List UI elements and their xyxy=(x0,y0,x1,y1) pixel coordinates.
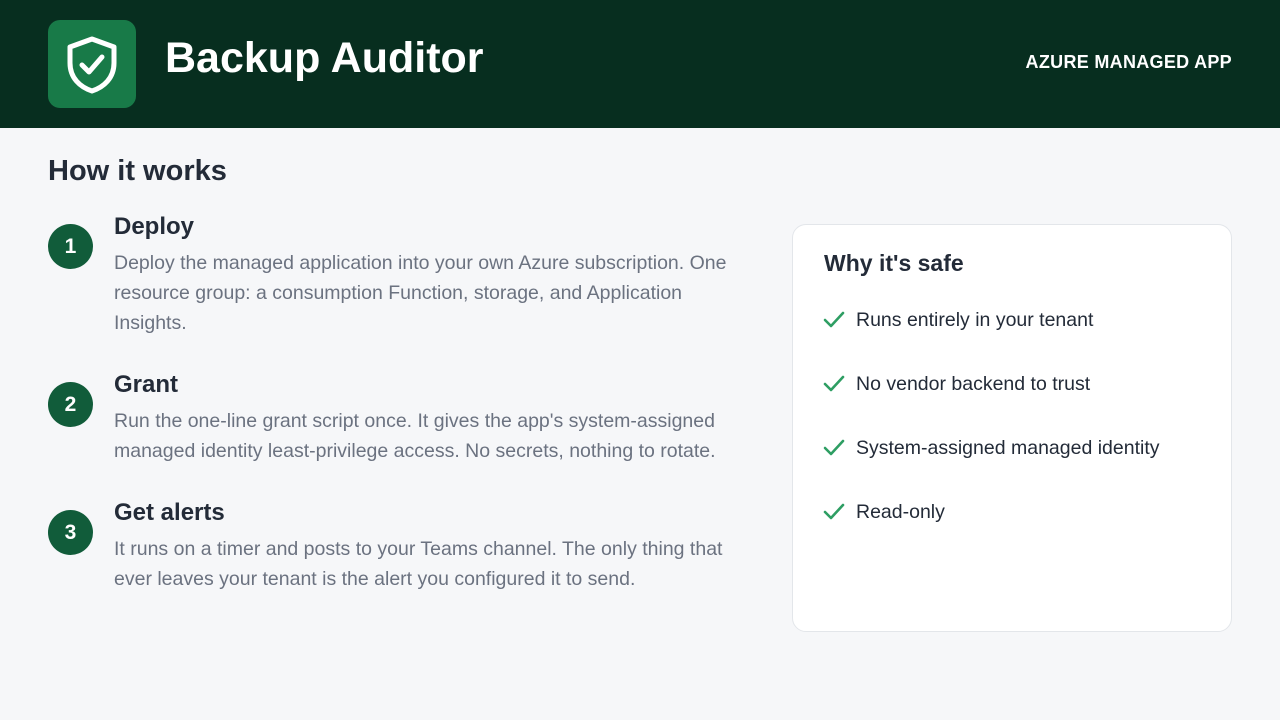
check-icon xyxy=(823,439,845,456)
app-title: Backup Auditor xyxy=(165,34,484,82)
why-safe-card: Why it's safe Runs entirely in your tena… xyxy=(792,224,1232,632)
step-description: Run the one-line grant script once. It g… xyxy=(114,410,716,462)
check-icon xyxy=(823,375,845,392)
safety-item: System-assigned managed identity xyxy=(823,433,1213,463)
step-description: Deploy the managed application into your… xyxy=(114,252,727,334)
check-icon xyxy=(823,503,845,520)
managed-app-badge: AZURE MANAGED APP xyxy=(1025,52,1232,72)
safety-item-label: System-assigned managed identity xyxy=(856,437,1160,459)
safety-item-label: Read-only xyxy=(856,501,945,523)
step-title: Grant xyxy=(114,371,179,398)
step-title: Deploy xyxy=(114,213,195,240)
safety-item-label: No vendor backend to trust xyxy=(856,373,1091,395)
app-header: Backup Auditor AZURE MANAGED APP xyxy=(0,0,1280,128)
app-logo xyxy=(48,20,136,108)
section-title: How it works xyxy=(48,155,227,187)
step-number-badge: 2 xyxy=(48,382,93,427)
safety-item: Read-only xyxy=(823,497,1213,527)
step-number-badge: 3 xyxy=(48,510,93,555)
check-icon xyxy=(823,311,845,328)
step-number-badge: 1 xyxy=(48,224,93,269)
safety-item: Runs entirely in your tenant xyxy=(823,305,1213,335)
step-title: Get alerts xyxy=(114,499,225,526)
step-description: It runs on a timer and posts to your Tea… xyxy=(114,538,723,590)
card-title: Why it's safe xyxy=(824,250,964,276)
safety-item: No vendor backend to trust xyxy=(823,369,1213,399)
safety-item-label: Runs entirely in your tenant xyxy=(856,309,1094,331)
shield-check-icon xyxy=(67,36,117,94)
